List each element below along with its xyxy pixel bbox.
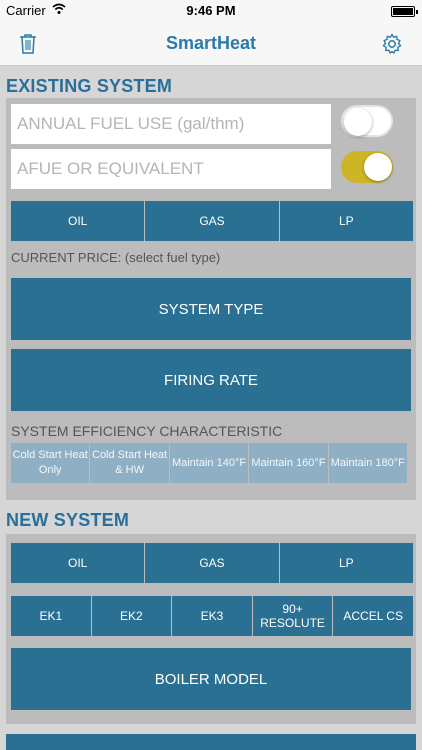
model-90-resolute-button[interactable]: 90+ RESOLUTE [252,596,333,636]
fuel-oil-button[interactable]: OIL [11,201,145,241]
efficiency-option[interactable]: Maintain 160°F [249,443,328,483]
boiler-model-button[interactable]: BOILER MODEL [11,648,411,710]
model-accel-cs-button[interactable]: ACCEL CS [333,596,413,636]
battery-icon [391,6,418,17]
fuel-lp-button[interactable]: LP [279,543,413,583]
new-fuel-type-selector: OIL GAS LP [11,543,413,583]
annual-fuel-toggle[interactable] [341,105,393,137]
model-ek1-button[interactable]: EK1 [11,596,91,636]
model-ek2-button[interactable]: EK2 [91,596,172,636]
status-bar: Carrier 9:46 PM [0,0,422,22]
efficiency-option[interactable]: Maintain 140°F [169,443,249,483]
efficiency-option[interactable]: Cold Start Heat Only [11,443,90,483]
efficiency-option[interactable]: Cold Start Heat & HW [90,443,169,483]
efficiency-label: SYSTEM EFFICIENCY CHARACTERISTIC [11,423,283,439]
system-type-button[interactable]: SYSTEM TYPE [11,278,411,340]
app-title: SmartHeat [165,33,257,53]
current-price-label: CURRENT PRICE: (select fuel type) [11,250,221,265]
fuel-gas-button[interactable]: GAS [145,201,279,241]
new-system-heading: NEW SYSTEM [6,510,130,530]
navigation-bar: SmartHeat [0,22,422,66]
afue-input[interactable] [11,149,331,189]
efficiency-option[interactable]: Maintain 180°F [328,443,408,483]
fuel-lp-button[interactable]: LP [279,201,413,241]
annual-fuel-use-input[interactable] [11,104,331,144]
clock: 9:46 PM [186,3,236,18]
existing-fuel-type-selector: OIL GAS LP [11,201,413,241]
afue-toggle[interactable] [341,151,393,183]
gear-icon[interactable] [380,32,404,56]
fuel-gas-button[interactable]: GAS [145,543,279,583]
efficiency-selector: Cold Start Heat Only Cold Start Heat & H… [11,443,408,483]
firing-rate-button[interactable]: FIRING RATE [11,349,411,411]
fuel-oil-button[interactable]: OIL [11,543,145,583]
next-section-bar [6,734,416,750]
model-ek3-button[interactable]: EK3 [172,596,252,636]
toggle-knob [364,153,392,181]
boiler-model-selector: EK1 EK2 EK3 90+ RESOLUTE ACCEL CS [11,596,413,636]
existing-system-heading: EXISTING SYSTEM [6,76,173,96]
toggle-knob [344,108,372,136]
